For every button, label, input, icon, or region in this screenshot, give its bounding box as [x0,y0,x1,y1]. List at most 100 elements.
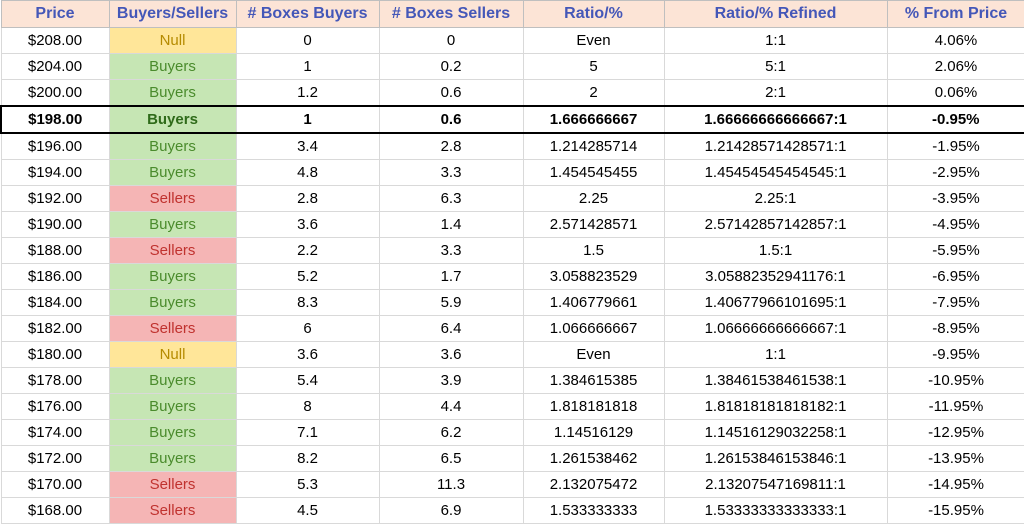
cell-ratio[interactable]: 1.066666667 [523,316,664,342]
cell-buyers-sellers[interactable]: Buyers [109,368,236,394]
cell-ratio-refined[interactable]: 2.25:1 [664,186,887,212]
cell-pct-from-price[interactable]: 2.06% [887,54,1024,80]
cell-buyers-sellers[interactable]: Sellers [109,238,236,264]
cell-pct-from-price[interactable]: -2.95% [887,160,1024,186]
cell-ratio-refined[interactable]: 3.05882352941176:1 [664,264,887,290]
cell-boxes-buyers[interactable]: 6 [236,316,379,342]
cell-boxes-sellers[interactable]: 2.8 [379,133,523,160]
cell-ratio-refined[interactable]: 1.53333333333333:1 [664,498,887,524]
cell-boxes-buyers[interactable]: 1 [236,54,379,80]
table-row[interactable]: $174.00Buyers7.16.21.145161291.145161290… [1,420,1024,446]
cell-ratio[interactable]: 1.533333333 [523,498,664,524]
cell-boxes-sellers[interactable]: 6.2 [379,420,523,446]
cell-ratio-refined[interactable]: 1.45454545454545:1 [664,160,887,186]
cell-ratio-refined[interactable]: 1.26153846153846:1 [664,446,887,472]
cell-pct-from-price[interactable]: -4.95% [887,212,1024,238]
table-row[interactable]: $188.00Sellers2.23.31.51.5:1-5.95% [1,238,1024,264]
cell-boxes-buyers[interactable]: 7.1 [236,420,379,446]
cell-boxes-buyers[interactable]: 8.2 [236,446,379,472]
cell-ratio[interactable]: 1.5 [523,238,664,264]
cell-boxes-sellers[interactable]: 0.6 [379,106,523,133]
cell-boxes-sellers[interactable]: 1.4 [379,212,523,238]
cell-buyers-sellers[interactable]: Sellers [109,316,236,342]
cell-pct-from-price[interactable]: -9.95% [887,342,1024,368]
header-ratio[interactable]: Ratio/% [523,1,664,28]
cell-price[interactable]: $194.00 [1,160,109,186]
cell-pct-from-price[interactable]: -12.95% [887,420,1024,446]
cell-pct-from-price[interactable]: -8.95% [887,316,1024,342]
table-row[interactable]: $190.00Buyers3.61.42.5714285712.57142857… [1,212,1024,238]
cell-ratio[interactable]: Even [523,28,664,54]
cell-ratio[interactable]: Even [523,342,664,368]
cell-ratio[interactable]: 1.666666667 [523,106,664,133]
cell-ratio[interactable]: 2.571428571 [523,212,664,238]
cell-ratio-refined[interactable]: 2.57142857142857:1 [664,212,887,238]
cell-price[interactable]: $182.00 [1,316,109,342]
cell-ratio-refined[interactable]: 2:1 [664,80,887,107]
table-row[interactable]: $200.00Buyers1.20.622:10.06% [1,80,1024,107]
cell-buyers-sellers[interactable]: Sellers [109,186,236,212]
cell-buyers-sellers[interactable]: Buyers [109,106,236,133]
cell-pct-from-price[interactable]: -6.95% [887,264,1024,290]
cell-price[interactable]: $172.00 [1,446,109,472]
table-row[interactable]: $172.00Buyers8.26.51.2615384621.26153846… [1,446,1024,472]
table-row[interactable]: $204.00Buyers10.255:12.06% [1,54,1024,80]
cell-pct-from-price[interactable]: -1.95% [887,133,1024,160]
cell-buyers-sellers[interactable]: Sellers [109,472,236,498]
cell-ratio[interactable]: 1.818181818 [523,394,664,420]
table-row[interactable]: $182.00Sellers66.41.0666666671.066666666… [1,316,1024,342]
cell-ratio[interactable]: 1.261538462 [523,446,664,472]
cell-ratio-refined[interactable]: 1.66666666666667:1 [664,106,887,133]
header-boxes-buyers[interactable]: # Boxes Buyers [236,1,379,28]
cell-price[interactable]: $188.00 [1,238,109,264]
cell-ratio-refined[interactable]: 1.5:1 [664,238,887,264]
cell-boxes-buyers[interactable]: 2.8 [236,186,379,212]
cell-buyers-sellers[interactable]: Null [109,342,236,368]
cell-boxes-sellers[interactable]: 0 [379,28,523,54]
cell-boxes-sellers[interactable]: 1.7 [379,264,523,290]
table-row[interactable]: $176.00Buyers84.41.8181818181.8181818181… [1,394,1024,420]
cell-boxes-sellers[interactable]: 6.5 [379,446,523,472]
cell-pct-from-price[interactable]: -10.95% [887,368,1024,394]
cell-price[interactable]: $192.00 [1,186,109,212]
cell-boxes-sellers[interactable]: 0.2 [379,54,523,80]
cell-price[interactable]: $180.00 [1,342,109,368]
table-row[interactable]: $168.00Sellers4.56.91.5333333331.5333333… [1,498,1024,524]
cell-boxes-sellers[interactable]: 6.9 [379,498,523,524]
cell-price[interactable]: $196.00 [1,133,109,160]
cell-pct-from-price[interactable]: -13.95% [887,446,1024,472]
header-price[interactable]: Price [1,1,109,28]
table-row[interactable]: $208.00Null00Even1:14.06% [1,28,1024,54]
cell-ratio[interactable]: 1.454545455 [523,160,664,186]
cell-ratio-refined[interactable]: 1.06666666666667:1 [664,316,887,342]
cell-boxes-buyers[interactable]: 3.6 [236,342,379,368]
cell-price[interactable]: $178.00 [1,368,109,394]
table-row[interactable]: $186.00Buyers5.21.73.0588235293.05882352… [1,264,1024,290]
table-row[interactable]: $170.00Sellers5.311.32.1320754722.132075… [1,472,1024,498]
cell-buyers-sellers[interactable]: Buyers [109,133,236,160]
cell-pct-from-price[interactable]: -15.95% [887,498,1024,524]
cell-boxes-buyers[interactable]: 8 [236,394,379,420]
cell-boxes-sellers[interactable]: 3.9 [379,368,523,394]
cell-ratio-refined[interactable]: 2.13207547169811:1 [664,472,887,498]
cell-boxes-buyers[interactable]: 4.5 [236,498,379,524]
cell-buyers-sellers[interactable]: Null [109,28,236,54]
cell-boxes-buyers[interactable]: 3.4 [236,133,379,160]
cell-ratio[interactable]: 3.058823529 [523,264,664,290]
cell-boxes-buyers[interactable]: 3.6 [236,212,379,238]
cell-ratio[interactable]: 1.406779661 [523,290,664,316]
cell-boxes-sellers[interactable]: 6.3 [379,186,523,212]
cell-ratio[interactable]: 2 [523,80,664,107]
cell-buyers-sellers[interactable]: Sellers [109,498,236,524]
table-row[interactable]: $196.00Buyers3.42.81.2142857141.21428571… [1,133,1024,160]
cell-buyers-sellers[interactable]: Buyers [109,264,236,290]
cell-ratio-refined[interactable]: 1:1 [664,342,887,368]
cell-buyers-sellers[interactable]: Buyers [109,54,236,80]
cell-price[interactable]: $170.00 [1,472,109,498]
header-boxes-sellers[interactable]: # Boxes Sellers [379,1,523,28]
cell-boxes-sellers[interactable]: 0.6 [379,80,523,107]
cell-boxes-buyers[interactable]: 4.8 [236,160,379,186]
cell-pct-from-price[interactable]: -0.95% [887,106,1024,133]
cell-price[interactable]: $176.00 [1,394,109,420]
cell-boxes-buyers[interactable]: 1.2 [236,80,379,107]
